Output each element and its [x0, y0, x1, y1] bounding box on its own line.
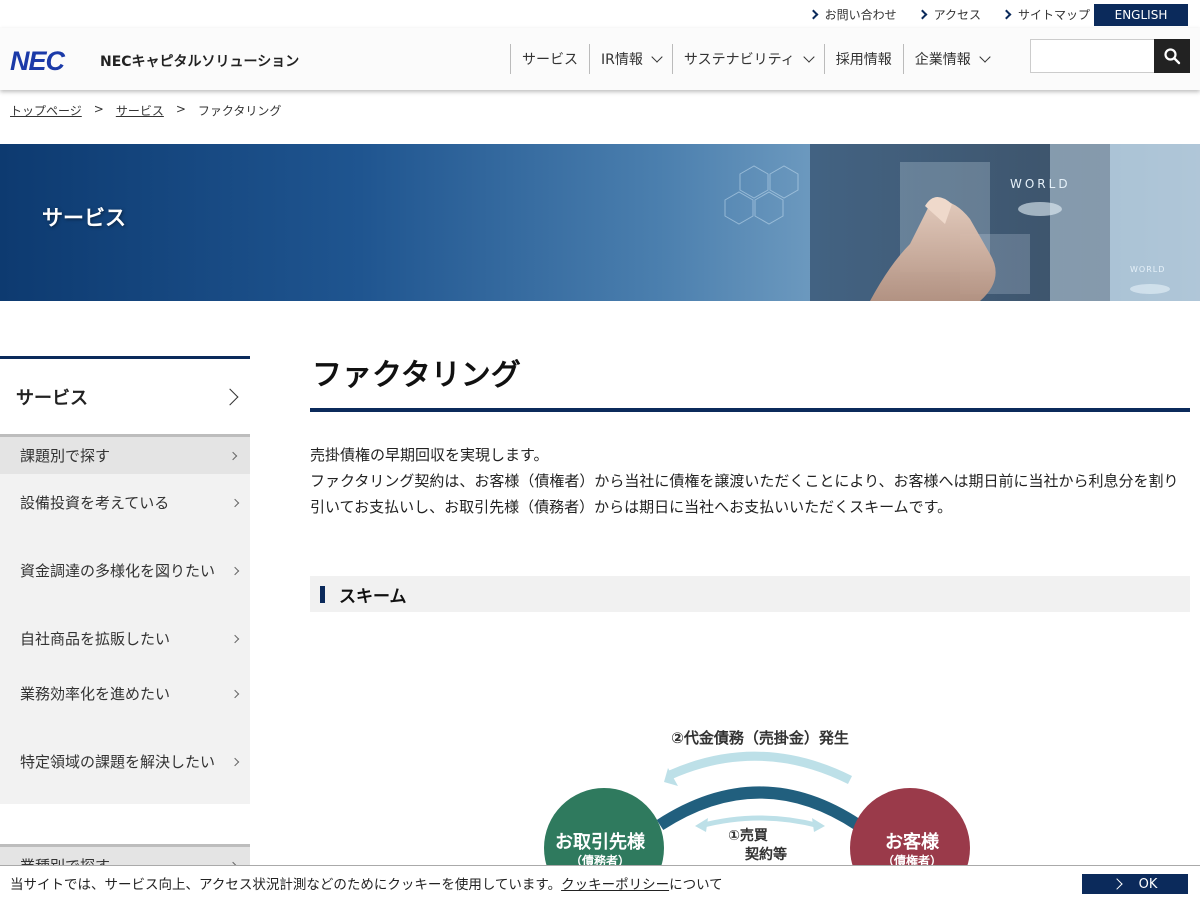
- nav-label: 企業情報: [914, 52, 971, 68]
- chevron-right-icon: [808, 9, 819, 19]
- cookie-ok-label: OK: [1138, 876, 1158, 892]
- sidebar-item-funding[interactable]: 資金調達の多様化を図りたい: [0, 532, 250, 610]
- chevron-down-icon: [651, 51, 663, 63]
- global-nav: サービス IR情報 サステナビリティ 採用情報 企業情報: [510, 44, 1000, 74]
- sidebar-item-label: 資金調達の多様化を図りたい: [20, 562, 216, 580]
- search-icon: [1164, 48, 1181, 65]
- chevron-right-icon: [230, 566, 240, 576]
- nav-label: IR情報: [601, 52, 643, 68]
- partner-title: お取引先様: [555, 831, 646, 853]
- search-box: [1030, 39, 1190, 73]
- hero-image: WORLD WORLD: [724, 144, 1200, 301]
- access-link[interactable]: アクセス: [917, 6, 981, 23]
- breadcrumb-home[interactable]: トップページ: [10, 102, 82, 119]
- nav-sustainability[interactable]: サステナビリティ: [671, 44, 824, 74]
- hero-banner: WORLD WORLD サービス: [0, 144, 1200, 301]
- sidebar-item-specific[interactable]: 特定領域の課題を解決したい: [0, 720, 250, 804]
- main-content: ファクタリング 売掛債権の早期回収を実現します。 ファクタリング契約は、お客様（…: [310, 356, 1190, 612]
- sitemap-link-label: サイトマップ: [1017, 7, 1090, 22]
- nav-label: 採用情報: [835, 52, 892, 68]
- company-name[interactable]: NECキャピタルソリューション: [100, 51, 299, 71]
- nav-label: サービス: [522, 52, 578, 68]
- cookie-text: 当サイトでは、サービス向上、アクセス状況計測などのためにクッキーを使用しています…: [10, 877, 562, 893]
- chevron-right-icon: [1110, 878, 1123, 890]
- cookie-ok-button[interactable]: OK: [1082, 874, 1188, 894]
- diagram-arc-light: [668, 751, 853, 785]
- arrow-head: [695, 818, 708, 832]
- contact-link-label: お問い合わせ: [824, 7, 897, 22]
- world-text: WORLD: [1010, 177, 1071, 191]
- breadcrumb-separator: >: [175, 102, 186, 116]
- lead-line-2: ファクタリング契約は、お客様（債権者）から当社に債権を譲渡いただくことにより、お…: [310, 472, 1179, 516]
- diagram-label-mid2: 契約等: [744, 846, 787, 863]
- access-link-label: アクセス: [933, 7, 981, 22]
- chevron-right-icon: [228, 451, 238, 460]
- search-input[interactable]: [1030, 39, 1154, 73]
- section-heading-scheme: スキーム: [310, 576, 1190, 612]
- section-label: スキーム: [339, 586, 407, 607]
- sidebar-item-label: 自社商品を拡販したい: [20, 630, 171, 648]
- chevron-right-icon: [221, 388, 239, 405]
- sidebar: サービス 課題別で探す 設備投資を考えている 資金調達の多様化を図りたい 自社商…: [0, 356, 250, 884]
- sidebar-item-label: 設備投資を考えている: [20, 494, 170, 512]
- sidebar-top-label: サービス: [16, 387, 88, 409]
- nav-company[interactable]: 企業情報: [902, 44, 1000, 74]
- cookie-text-after: について: [669, 877, 723, 893]
- chevron-right-icon: [230, 634, 240, 644]
- cookie-policy-link[interactable]: クッキーポリシー: [561, 873, 669, 893]
- utility-links: お問い合わせ アクセス サイトマップ: [808, 0, 1090, 28]
- sidebar-list: 設備投資を考えている 資金調達の多様化を図りたい 自社商品を拡販したい 業務効率…: [0, 474, 250, 804]
- chevron-right-icon: [230, 498, 240, 508]
- chevron-right-icon: [230, 757, 240, 767]
- diagram-label-mid1: ①売買: [728, 827, 769, 844]
- sitemap-link[interactable]: サイトマップ: [1001, 6, 1090, 23]
- hero-title: サービス: [42, 206, 126, 230]
- section-bar: [320, 585, 325, 603]
- nec-logo[interactable]: NEC: [10, 46, 65, 77]
- chevron-right-icon: [1001, 9, 1012, 19]
- utility-bar: お問い合わせ アクセス サイトマップ ENGLISH: [0, 0, 1200, 28]
- nav-label: サステナビリティ: [683, 52, 795, 68]
- diagram-arc-small: [699, 815, 821, 829]
- sidebar-item-label: 特定領域の課題を解決したい: [20, 753, 216, 771]
- cookie-banner: 当サイトでは、サービス向上、アクセス状況計測などのためにクッキーを使用しています…: [0, 865, 1200, 900]
- chevron-right-icon: [917, 9, 928, 19]
- contact-link[interactable]: お問い合わせ: [808, 6, 897, 23]
- search-button[interactable]: [1154, 39, 1190, 73]
- sidebar-top-services[interactable]: サービス: [0, 356, 250, 434]
- site-header: NEC NECキャピタルソリューション サービス IR情報 サステナビリティ 採…: [0, 28, 1200, 90]
- scheme-diagram: ②代金債務（売掛金）発生 ①売買 契約等 お取引先様 （債務者） お客様 （債権…: [540, 720, 980, 866]
- customer-title: お客様: [885, 831, 940, 853]
- lead-text: 売掛債権の早期回収を実現します。 ファクタリング契約は、お客様（債権者）から当社…: [310, 442, 1190, 520]
- nav-services[interactable]: サービス: [510, 44, 589, 74]
- breadcrumb-services[interactable]: サービス: [116, 102, 164, 119]
- page-title: ファクタリング: [310, 356, 1190, 412]
- chevron-down-icon: [803, 51, 815, 63]
- diagram-label-top: ②代金債務（売掛金）発生: [671, 729, 849, 747]
- sidebar-item-capex[interactable]: 設備投資を考えている: [0, 474, 250, 532]
- chevron-right-icon: [230, 689, 240, 699]
- english-button[interactable]: ENGLISH: [1094, 4, 1188, 26]
- arrow-head: [812, 818, 825, 832]
- nav-ir[interactable]: IR情報: [589, 44, 672, 74]
- breadcrumb: トップページ > サービス > ファクタリング: [10, 102, 281, 119]
- sidebar-category-label: 課題別で探す: [20, 447, 111, 465]
- sidebar-item-sales[interactable]: 自社商品を拡販したい: [0, 610, 250, 668]
- nav-recruit[interactable]: 採用情報: [823, 44, 903, 74]
- breadcrumb-separator: >: [93, 102, 104, 116]
- world-text-small: WORLD: [1130, 265, 1165, 274]
- lead-line-1: 売掛債権の早期回収を実現します。: [310, 446, 549, 464]
- sidebar-item-label: 業務効率化を進めたい: [20, 685, 171, 703]
- chevron-down-icon: [979, 51, 991, 63]
- sidebar-category-by-issue[interactable]: 課題別で探す: [0, 434, 250, 474]
- sidebar-item-efficiency[interactable]: 業務効率化を進めたい: [0, 668, 250, 720]
- breadcrumb-current: ファクタリング: [197, 104, 282, 118]
